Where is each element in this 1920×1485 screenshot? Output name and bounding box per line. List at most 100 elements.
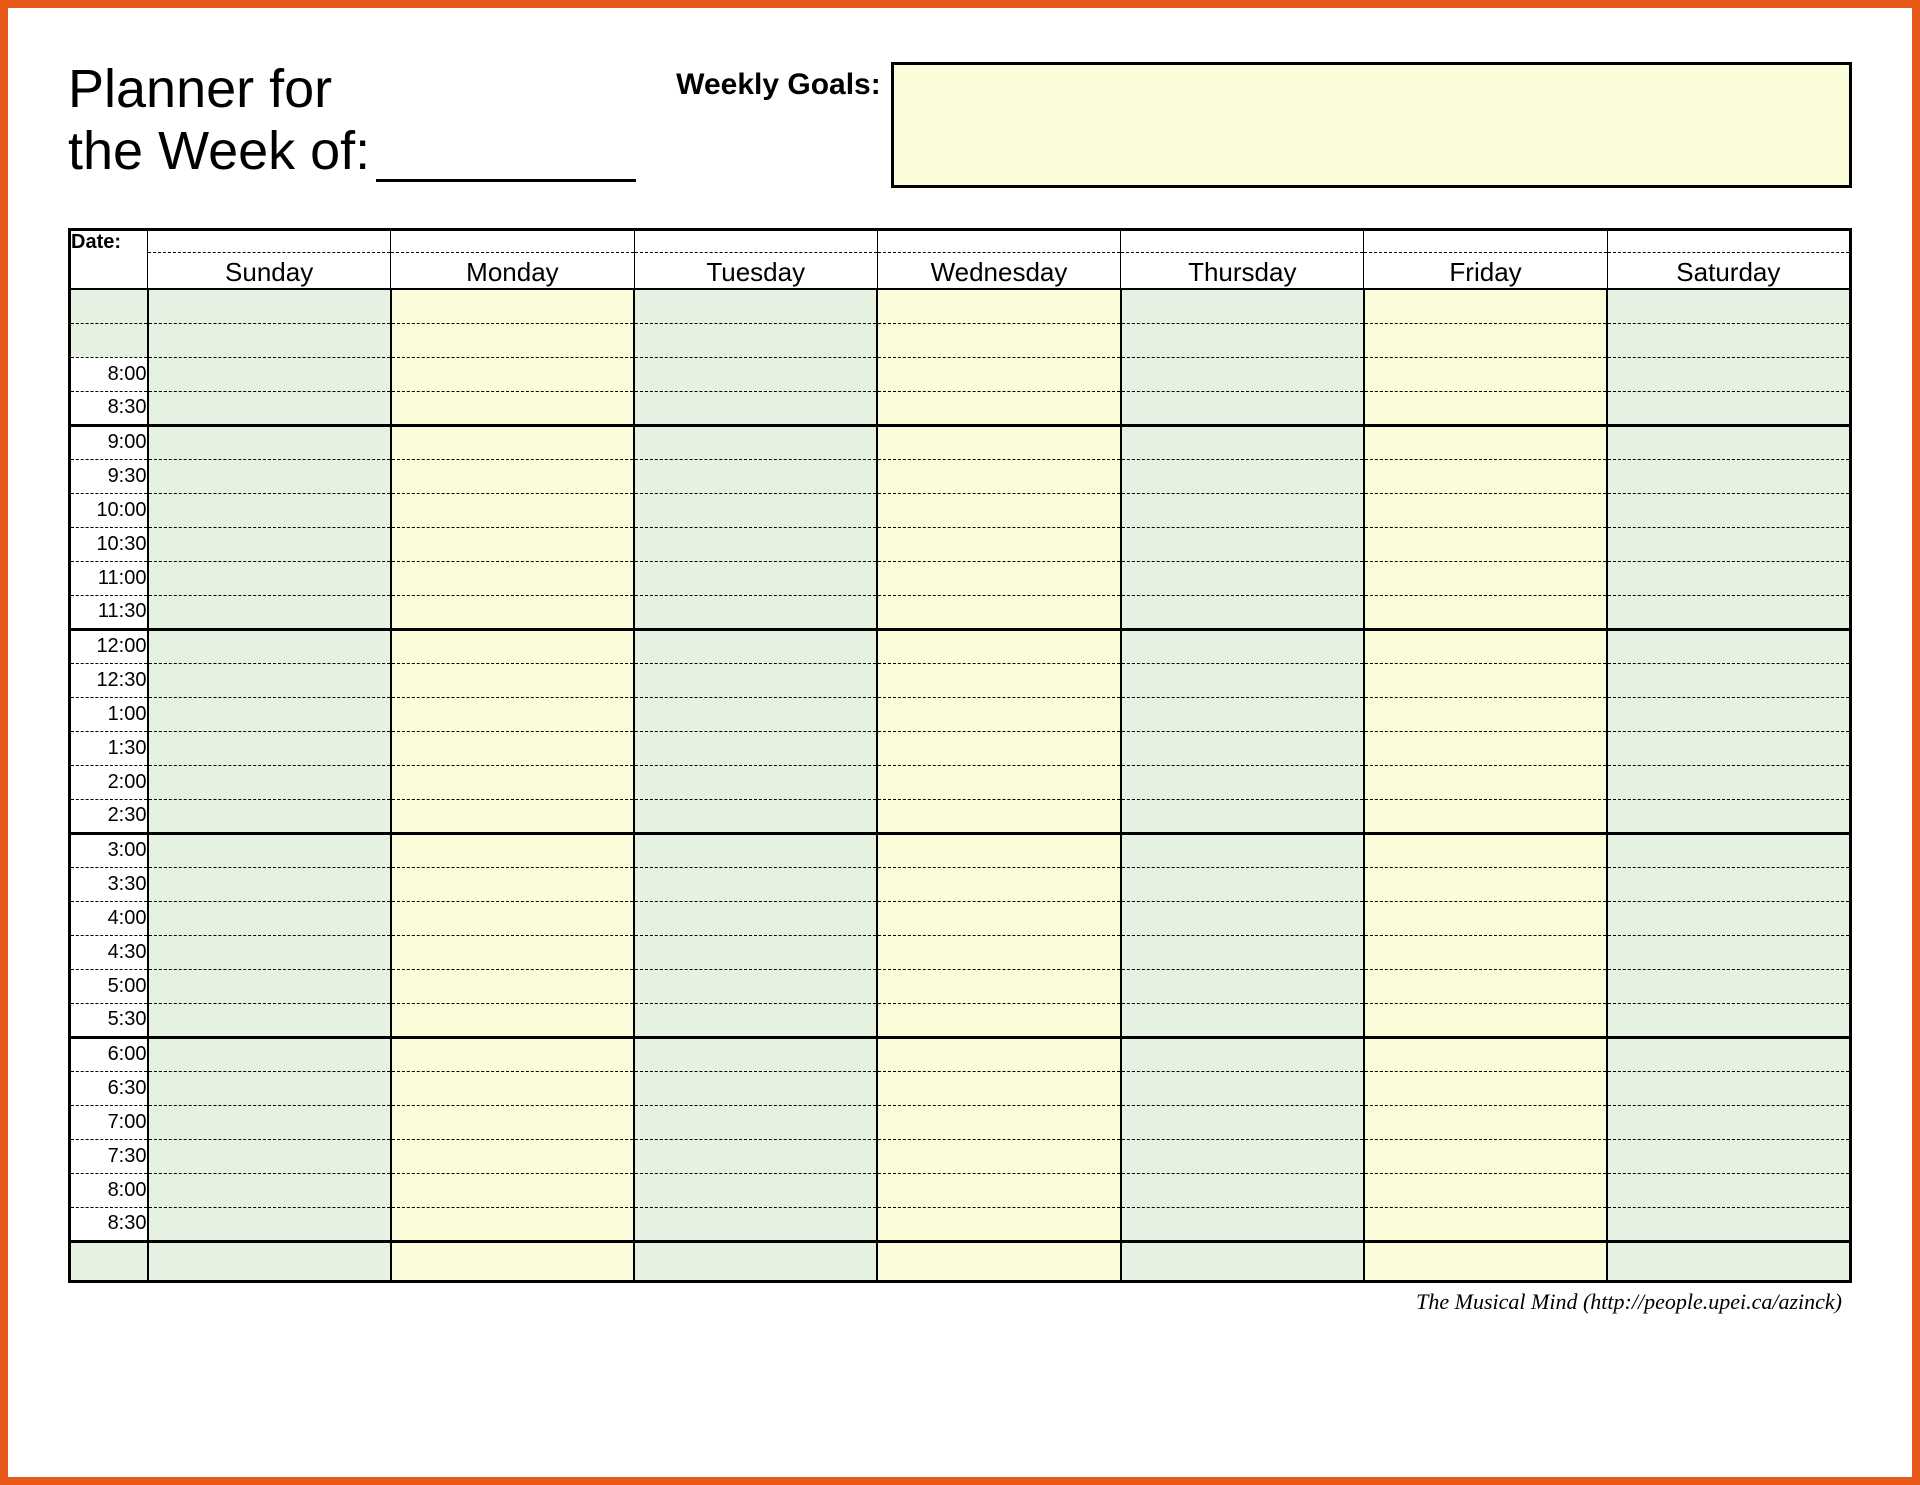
slot-cell[interactable]	[1607, 527, 1850, 561]
slot-cell[interactable]	[1607, 425, 1850, 459]
slot-cell[interactable]	[1121, 459, 1364, 493]
slot-cell[interactable]	[1121, 833, 1364, 867]
slot-cell[interactable]	[391, 459, 634, 493]
slot-cell[interactable]	[1121, 799, 1364, 833]
slot-cell[interactable]	[634, 391, 877, 425]
slot-cell[interactable]	[1607, 493, 1850, 527]
slot-cell[interactable]	[148, 1003, 391, 1037]
slot-cell[interactable]	[634, 969, 877, 1003]
slot-cell[interactable]	[1364, 493, 1607, 527]
slot-cell[interactable]	[634, 527, 877, 561]
slot-cell[interactable]	[148, 595, 391, 629]
slot-cell[interactable]	[1607, 1071, 1850, 1105]
slot-cell[interactable]	[1364, 765, 1607, 799]
slot-cell[interactable]	[1121, 1105, 1364, 1139]
slot-cell[interactable]	[877, 459, 1120, 493]
slot-cell[interactable]	[391, 935, 634, 969]
slot-cell[interactable]	[1607, 1139, 1850, 1173]
slot-cell[interactable]	[391, 493, 634, 527]
slot-cell[interactable]	[634, 1173, 877, 1207]
slot-cell[interactable]	[391, 1071, 634, 1105]
slot-cell[interactable]	[391, 731, 634, 765]
slot-cell[interactable]	[1364, 799, 1607, 833]
slot-cell[interactable]	[634, 901, 877, 935]
slot-cell[interactable]	[148, 459, 391, 493]
slot-cell[interactable]	[1121, 935, 1364, 969]
slot-cell[interactable]	[634, 357, 877, 391]
slot-cell[interactable]	[1364, 935, 1607, 969]
slot-cell[interactable]	[391, 391, 634, 425]
slot-cell[interactable]	[877, 1003, 1120, 1037]
slot-cell[interactable]	[391, 561, 634, 595]
slot-cell[interactable]	[148, 425, 391, 459]
slot-cell[interactable]	[634, 289, 877, 323]
slot-cell[interactable]	[391, 1139, 634, 1173]
slot-cell[interactable]	[148, 867, 391, 901]
slot-cell[interactable]	[1121, 595, 1364, 629]
slot-cell[interactable]	[148, 289, 391, 323]
slot-cell[interactable]	[391, 527, 634, 561]
slot-cell[interactable]	[391, 629, 634, 663]
slot-cell[interactable]	[634, 459, 877, 493]
slot-cell[interactable]	[1607, 663, 1850, 697]
slot-cell[interactable]	[634, 697, 877, 731]
slot-cell[interactable]	[1121, 425, 1364, 459]
slot-cell[interactable]	[877, 527, 1120, 561]
slot-cell[interactable]	[1607, 1207, 1850, 1241]
slot-cell[interactable]	[148, 1037, 391, 1071]
slot-cell[interactable]	[148, 1105, 391, 1139]
slot-cell[interactable]	[1364, 1037, 1607, 1071]
slot-cell[interactable]	[391, 1173, 634, 1207]
slot-cell[interactable]	[1121, 527, 1364, 561]
slot-cell[interactable]	[1364, 1139, 1607, 1173]
slot-cell[interactable]	[391, 969, 634, 1003]
slot-cell[interactable]	[1121, 697, 1364, 731]
slot-cell[interactable]	[148, 697, 391, 731]
slot-cell[interactable]	[1121, 357, 1364, 391]
slot-cell[interactable]	[391, 425, 634, 459]
slot-cell[interactable]	[634, 935, 877, 969]
slot-cell[interactable]	[634, 1071, 877, 1105]
slot-cell[interactable]	[1364, 595, 1607, 629]
slot-cell[interactable]	[634, 323, 877, 357]
slot-cell[interactable]	[391, 323, 634, 357]
slot-cell[interactable]	[634, 561, 877, 595]
slot-cell[interactable]	[1364, 629, 1607, 663]
slot-cell[interactable]	[391, 1207, 634, 1241]
slot-cell[interactable]	[1364, 391, 1607, 425]
slot-cell[interactable]	[634, 867, 877, 901]
slot-cell[interactable]	[1607, 561, 1850, 595]
slot-cell[interactable]	[1364, 1003, 1607, 1037]
slot-cell[interactable]	[634, 1241, 877, 1281]
slot-cell[interactable]	[877, 663, 1120, 697]
slot-cell[interactable]	[877, 1105, 1120, 1139]
slot-cell[interactable]	[877, 1241, 1120, 1281]
slot-cell[interactable]	[148, 527, 391, 561]
slot-cell[interactable]	[1607, 289, 1850, 323]
slot-cell[interactable]	[148, 1241, 391, 1281]
slot-cell[interactable]	[1121, 493, 1364, 527]
slot-cell[interactable]	[1364, 867, 1607, 901]
slot-cell[interactable]	[1607, 357, 1850, 391]
slot-cell[interactable]	[1607, 459, 1850, 493]
slot-cell[interactable]	[1364, 697, 1607, 731]
slot-cell[interactable]	[634, 731, 877, 765]
slot-cell[interactable]	[1607, 935, 1850, 969]
week-of-input-line[interactable]	[376, 134, 636, 182]
slot-cell[interactable]	[1607, 833, 1850, 867]
slot-cell[interactable]	[634, 1105, 877, 1139]
slot-cell[interactable]	[1364, 731, 1607, 765]
slot-cell[interactable]	[634, 493, 877, 527]
slot-cell[interactable]	[1364, 1105, 1607, 1139]
slot-cell[interactable]	[1364, 459, 1607, 493]
slot-cell[interactable]	[1121, 561, 1364, 595]
slot-cell[interactable]	[877, 289, 1120, 323]
slot-cell[interactable]	[1121, 765, 1364, 799]
slot-cell[interactable]	[1364, 357, 1607, 391]
slot-cell[interactable]	[1364, 527, 1607, 561]
slot-cell[interactable]	[1364, 289, 1607, 323]
slot-cell[interactable]	[1607, 323, 1850, 357]
slot-cell[interactable]	[148, 629, 391, 663]
slot-cell[interactable]	[1607, 1037, 1850, 1071]
slot-cell[interactable]	[1607, 969, 1850, 1003]
